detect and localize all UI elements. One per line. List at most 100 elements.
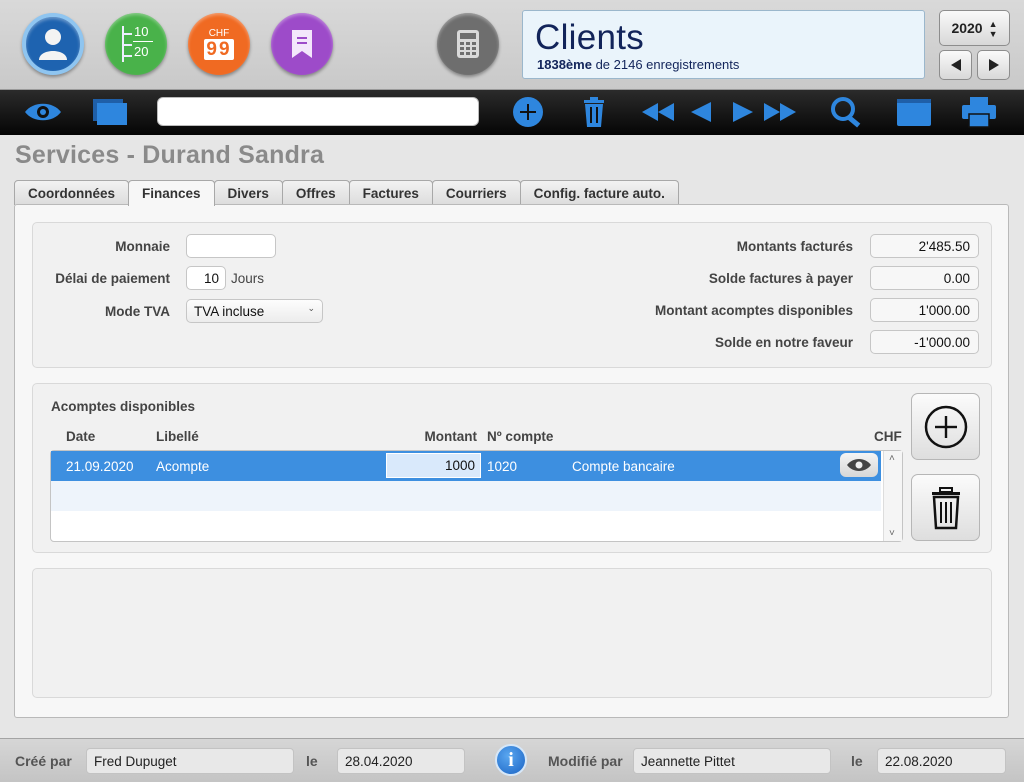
windows-icon	[93, 99, 127, 125]
mode-tva-value: TVA incluse	[194, 303, 265, 319]
row-compte-label: Compte bancaire	[572, 459, 675, 474]
year-value: 2020	[951, 20, 983, 36]
empty-row	[51, 481, 881, 511]
page-title: Services - Durand Sandra	[15, 141, 325, 169]
delai-paiement-field[interactable]: 10	[186, 266, 226, 290]
green-module-button[interactable]: 10 20	[105, 13, 167, 75]
col-currency-header: CHF	[874, 429, 902, 444]
col-date-header[interactable]: Date	[66, 429, 95, 444]
row-compte: 1020	[487, 459, 518, 474]
magnifier-icon	[831, 97, 861, 128]
module-title-box: Clients 1838ème de 2146 enregistrements	[522, 10, 925, 79]
trash-icon	[584, 97, 604, 127]
modifie-par-label: Modifié par	[548, 753, 623, 769]
triangle-right-icon	[988, 59, 999, 71]
printer-icon	[962, 97, 996, 128]
add-acompte-button[interactable]	[911, 393, 980, 460]
module-title: Clients	[535, 18, 645, 57]
eye-icon	[25, 103, 61, 121]
calculator-icon	[457, 30, 479, 58]
add-record-button[interactable]	[510, 96, 546, 128]
play-right-icon	[733, 102, 753, 122]
triangle-left-icon	[950, 59, 961, 71]
window-button[interactable]	[895, 96, 933, 128]
clients-module-button[interactable]	[22, 13, 84, 75]
delete-record-button[interactable]	[580, 96, 608, 128]
cree-par-label: Créé par	[15, 753, 72, 769]
solde-faveur-value: -1'000.00	[870, 330, 979, 354]
person-icon	[39, 29, 67, 60]
cree-par-field: Fred Dupuget	[86, 748, 294, 774]
modified-date-label: le	[851, 753, 863, 769]
chevron-down-icon: ⌄	[307, 303, 315, 313]
year-selector[interactable]: 2020 ▲ ▼	[939, 10, 1010, 46]
solde-factures-value: 0.00	[870, 266, 979, 290]
plus-circle-icon	[924, 405, 967, 448]
row-date: 21.09.2020	[66, 459, 134, 474]
last-record-button[interactable]	[762, 96, 798, 128]
montants-factures-label: Montants facturés	[736, 239, 853, 254]
notes-box	[32, 568, 992, 698]
tab-offres[interactable]: Offres	[281, 180, 350, 205]
modifie-par-field: Jeannette Pittet	[633, 748, 831, 774]
acomptes-section-title: Acomptes disponibles	[51, 399, 196, 414]
fast-forward-icon	[764, 103, 796, 121]
row-montant-field[interactable]: 1000	[386, 453, 481, 478]
eye-icon	[847, 459, 871, 471]
search-button[interactable]	[829, 96, 865, 128]
first-record-button[interactable]	[640, 96, 676, 128]
chevron-down-icon: ˅	[889, 528, 895, 539]
monnaie-field[interactable]	[186, 234, 276, 258]
play-left-icon	[691, 102, 711, 122]
calculator-button[interactable]	[437, 13, 499, 75]
col-montant-header[interactable]: Montant	[380, 429, 477, 444]
created-date-label: le	[306, 753, 318, 769]
orange-module-button[interactable]: CHF 99	[188, 13, 250, 75]
record-position: 1838ème	[537, 57, 592, 72]
info-icon: i	[508, 748, 514, 771]
info-button[interactable]: i	[495, 744, 527, 776]
chevron-up-icon: ˄	[889, 453, 895, 464]
ledger-icon: 10 20	[116, 24, 156, 64]
created-date-field: 28.04.2020	[337, 748, 465, 774]
search-input[interactable]	[157, 97, 479, 126]
trash-icon	[931, 486, 960, 529]
solde-factures-label: Solde factures à payer	[708, 271, 853, 286]
list-scrollbar[interactable]: ˄ ˅	[883, 451, 902, 541]
col-compte-header[interactable]: Nº compte	[487, 429, 553, 444]
plus-circle-icon	[513, 97, 543, 127]
acomptes-disponibles-value: 1'000.00	[870, 298, 979, 322]
tab-divers[interactable]: Divers	[213, 180, 283, 205]
acomptes-disponibles-label: Montant acomptes disponibles	[654, 303, 853, 318]
purple-module-button[interactable]	[271, 13, 333, 75]
previous-record-button[interactable]	[939, 50, 972, 80]
delai-paiement-label: Délai de paiement	[55, 271, 170, 286]
delai-unit-label: Jours	[231, 271, 265, 286]
mode-tva-select[interactable]: TVA incluse ⌄	[186, 299, 323, 323]
rewind-icon	[642, 103, 674, 121]
montants-factures-value: 2'485.50	[870, 234, 979, 258]
tab-config-facture-auto[interactable]: Config. facture auto.	[519, 180, 679, 205]
record-counter: 1838ème de 2146 enregistrements	[537, 57, 739, 72]
tab-finances[interactable]: Finances	[128, 180, 215, 206]
invoice-icon: CHF 99	[204, 28, 234, 60]
row-libelle: Acompte	[156, 459, 210, 474]
next-record-toolbar-button[interactable]	[730, 96, 756, 128]
modified-date-field: 22.08.2020	[877, 748, 1006, 774]
mode-tva-label: Mode TVA	[105, 304, 170, 319]
print-button[interactable]	[960, 96, 998, 128]
monnaie-label: Monnaie	[115, 239, 170, 254]
delete-acompte-button[interactable]	[911, 474, 980, 541]
view-button[interactable]	[22, 96, 64, 128]
col-libelle-header[interactable]: Libellé	[156, 429, 199, 444]
tab-courriers[interactable]: Courriers	[431, 180, 521, 205]
row-view-button[interactable]	[840, 453, 878, 477]
tab-factures[interactable]: Factures	[348, 180, 433, 205]
prev-record-toolbar-button[interactable]	[688, 96, 714, 128]
next-record-button[interactable]	[977, 50, 1010, 80]
list-view-button[interactable]	[90, 96, 130, 128]
solde-faveur-label: Solde en notre faveur	[714, 335, 853, 350]
tab-bar: Coordonnées Finances Divers Offres Factu…	[14, 180, 679, 206]
tab-coordonnees[interactable]: Coordonnées	[14, 180, 130, 205]
window-icon	[897, 99, 931, 126]
